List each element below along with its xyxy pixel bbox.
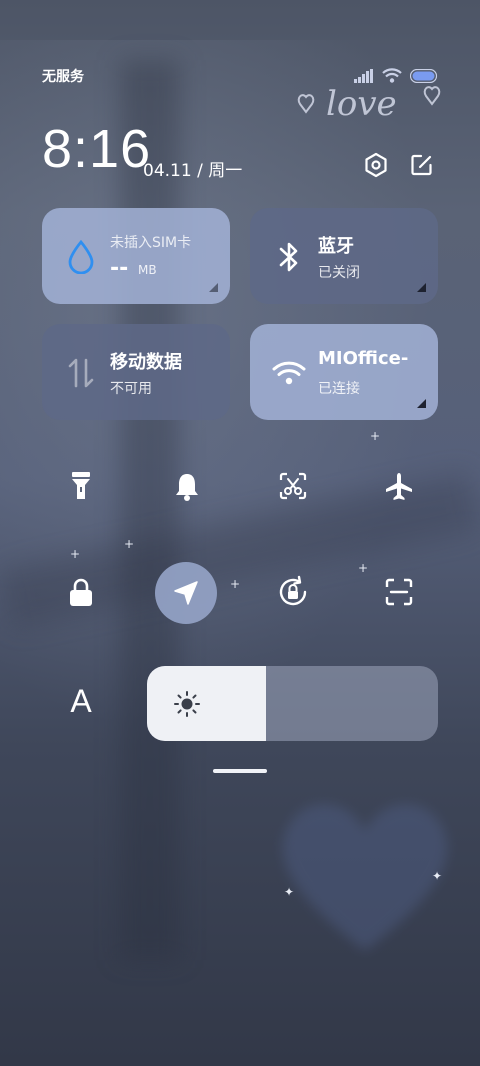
data-arrows-icon [64, 356, 98, 390]
carrier-label: 无服务 [42, 69, 84, 85]
edit-button[interactable] [407, 150, 437, 180]
font-size-button[interactable]: A [60, 680, 102, 722]
bluetooth-tile[interactable]: 蓝牙 已关闭 [250, 208, 438, 304]
tile-corner [417, 283, 426, 292]
scan-icon [385, 578, 413, 606]
sun-icon [174, 691, 200, 717]
sparkle: + [70, 547, 81, 561]
tile-status: 已关闭 [318, 265, 360, 281]
tile-corner [417, 399, 426, 408]
tile-status: 已连接 [318, 381, 360, 397]
date-label: 04.11 / 周一 [143, 161, 243, 181]
sparkle: + [124, 537, 135, 551]
sparkle: ✦ [432, 869, 443, 883]
drag-handle[interactable] [213, 769, 267, 773]
water-drop-icon [64, 240, 98, 274]
tile-title: 移动数据 [110, 352, 182, 373]
clock-time: 8:16 [42, 119, 152, 179]
location-toggle[interactable] [155, 562, 217, 624]
brightness-fill [147, 666, 267, 741]
airplane-toggle[interactable] [369, 456, 429, 516]
tile-title: 蓝牙 [318, 236, 354, 257]
wifi-tile[interactable]: MIOffice- 已连接 [250, 324, 438, 420]
lock-toggle[interactable] [51, 562, 111, 622]
screenshot-toggle[interactable] [263, 456, 323, 516]
rotation-lock-icon [279, 575, 307, 606]
status-bar: 无服务 [42, 66, 438, 86]
sparkle: + [230, 577, 241, 591]
lock-icon [70, 578, 92, 606]
wifi-icon [382, 68, 402, 83]
location-arrow-icon [174, 581, 198, 605]
wallpaper-love-text: love [296, 82, 446, 132]
data-usage-tile[interactable]: 未插入SIM卡 -- MB [42, 208, 230, 304]
edit-icon [411, 154, 432, 176]
scan-toggle[interactable] [369, 562, 429, 622]
battery-icon [410, 68, 438, 83]
screenshot-scissors-icon [279, 472, 307, 500]
data-usage-unit: MB [138, 263, 157, 277]
airplane-icon [386, 473, 412, 500]
tile-title: 未插入SIM卡 [110, 235, 192, 251]
settings-button[interactable] [361, 150, 391, 180]
mobile-data-tile[interactable]: 移动数据 不可用 [42, 324, 230, 420]
settings-icon [365, 152, 387, 178]
bell-icon [176, 474, 198, 501]
flashlight-toggle[interactable] [51, 456, 111, 516]
sparkle: + [358, 561, 369, 575]
rotation-lock-toggle[interactable] [263, 562, 323, 622]
data-usage-value: -- [110, 256, 129, 281]
sparkle: + [370, 429, 381, 443]
brightness-slider[interactable] [147, 666, 438, 741]
tile-status: 不可用 [110, 381, 152, 397]
tile-title: MIOffice- [318, 348, 409, 369]
signal-icon [354, 68, 373, 83]
sparkle: ✦ [284, 885, 295, 899]
bell-toggle[interactable] [157, 456, 217, 516]
tile-corner [209, 283, 218, 292]
wifi-icon [272, 356, 306, 390]
flashlight-icon [72, 472, 90, 499]
bluetooth-icon [272, 240, 306, 274]
